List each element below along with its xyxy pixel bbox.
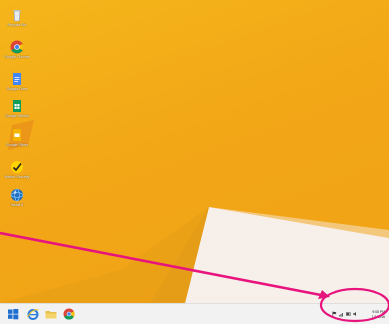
norton-icon bbox=[11, 161, 23, 173]
google-slides-icon bbox=[13, 129, 21, 141]
recycle-bin-icon bbox=[13, 10, 21, 22]
install-globe-icon bbox=[10, 188, 24, 202]
desktop-icon-norton-security[interactable]: Norton Security bbox=[2, 160, 32, 179]
desktop-icon-google-sheets[interactable]: Google Sheets bbox=[2, 99, 32, 118]
folder-icon[interactable] bbox=[44, 307, 58, 321]
system-tray: 9:08 PM 1/1/2016 bbox=[327, 306, 387, 323]
desktop-icon-google-slides[interactable]: Google Slides bbox=[2, 128, 32, 147]
chrome-icon bbox=[10, 40, 24, 54]
chrome-taskbar-icon[interactable] bbox=[62, 307, 76, 321]
battery-icon[interactable] bbox=[346, 311, 351, 317]
desktop-icon-install-it[interactable]: Install It bbox=[2, 188, 32, 207]
volume-icon[interactable] bbox=[353, 311, 358, 317]
desktop-icon-google-docs[interactable]: Google Docs bbox=[2, 72, 32, 91]
screenshot-frame: Recycle Bin Google Chrome Google Docs Go… bbox=[0, 0, 389, 324]
desktop-icon-recycle-bin[interactable]: Recycle Bin bbox=[2, 8, 32, 27]
clock-time[interactable]: 9:08 PM bbox=[372, 310, 385, 314]
windows-logo-icon[interactable] bbox=[6, 307, 20, 321]
wallpaper bbox=[0, 120, 389, 303]
ie-icon[interactable] bbox=[26, 307, 40, 321]
desktop[interactable]: Recycle Bin Google Chrome Google Docs Go… bbox=[0, 0, 389, 303]
taskbar: 9:08 PM 1/1/2016 bbox=[0, 303, 389, 324]
google-docs-icon bbox=[13, 73, 21, 85]
network-icon[interactable] bbox=[339, 311, 344, 317]
desktop-icon-google-chrome[interactable]: Google Chrome bbox=[2, 40, 32, 59]
flag-icon[interactable] bbox=[332, 311, 337, 317]
google-sheets-icon bbox=[13, 100, 21, 112]
clock-date[interactable]: 1/1/2016 bbox=[372, 315, 385, 319]
